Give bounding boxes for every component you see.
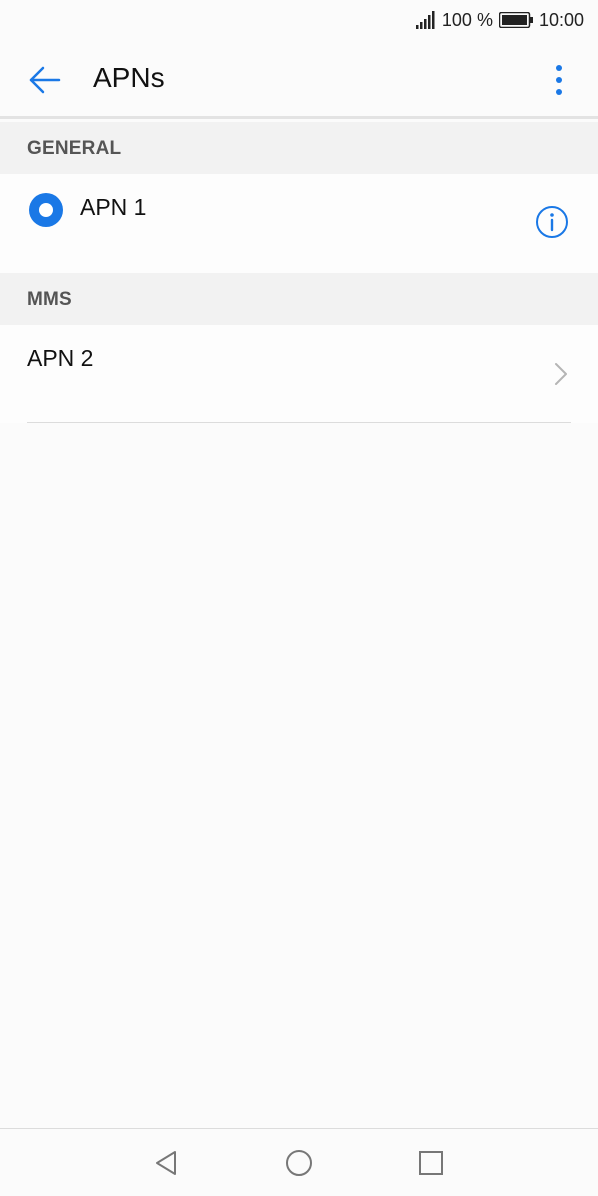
- app-bar: APNs: [0, 40, 598, 119]
- more-options-button[interactable]: [542, 60, 576, 100]
- nav-back-icon: [156, 1151, 176, 1175]
- battery-percent: 100 %: [441, 9, 493, 30]
- radio-dot: [39, 203, 53, 217]
- status-indicators: 100 % 10:00: [415, 8, 584, 32]
- apn-name: APN 2: [27, 345, 94, 371]
- section-title: GENERAL: [27, 138, 122, 159]
- apn-info-button[interactable]: [535, 205, 569, 239]
- apn-name: APN 1: [80, 194, 147, 220]
- arrow-left-icon: [29, 66, 61, 94]
- back-button[interactable]: [24, 60, 64, 100]
- clock: 10:00: [538, 9, 584, 30]
- section-header-general: GENERAL: [0, 122, 598, 174]
- info-icon: [536, 206, 568, 238]
- battery-icon: [498, 12, 533, 28]
- nav-recent-icon: [419, 1151, 443, 1175]
- apn-settings-screen: 100 % 10:00 APNs GENERAL APN 1 MMS APN 2: [0, 0, 598, 1196]
- status-bar: 100 % 10:00: [0, 0, 598, 40]
- nav-home-button[interactable]: [283, 1147, 315, 1179]
- apn-list-item[interactable]: APN 2: [0, 325, 598, 423]
- page-title: APNs: [93, 62, 165, 93]
- nav-back-button[interactable]: [150, 1147, 182, 1179]
- divider: [27, 422, 571, 423]
- nav-home-icon: [286, 1150, 312, 1176]
- chevron-right-icon: [555, 363, 567, 385]
- system-navigation-bar: [0, 1128, 598, 1196]
- radio-selected[interactable]: [29, 193, 63, 227]
- section-header-mms: MMS: [0, 273, 598, 325]
- section-title: MMS: [27, 289, 72, 310]
- apn-list-item[interactable]: APN 1: [0, 174, 598, 273]
- nav-recent-button[interactable]: [415, 1147, 447, 1179]
- more-vertical-icon: [556, 65, 562, 95]
- signal-icon: [415, 11, 436, 29]
